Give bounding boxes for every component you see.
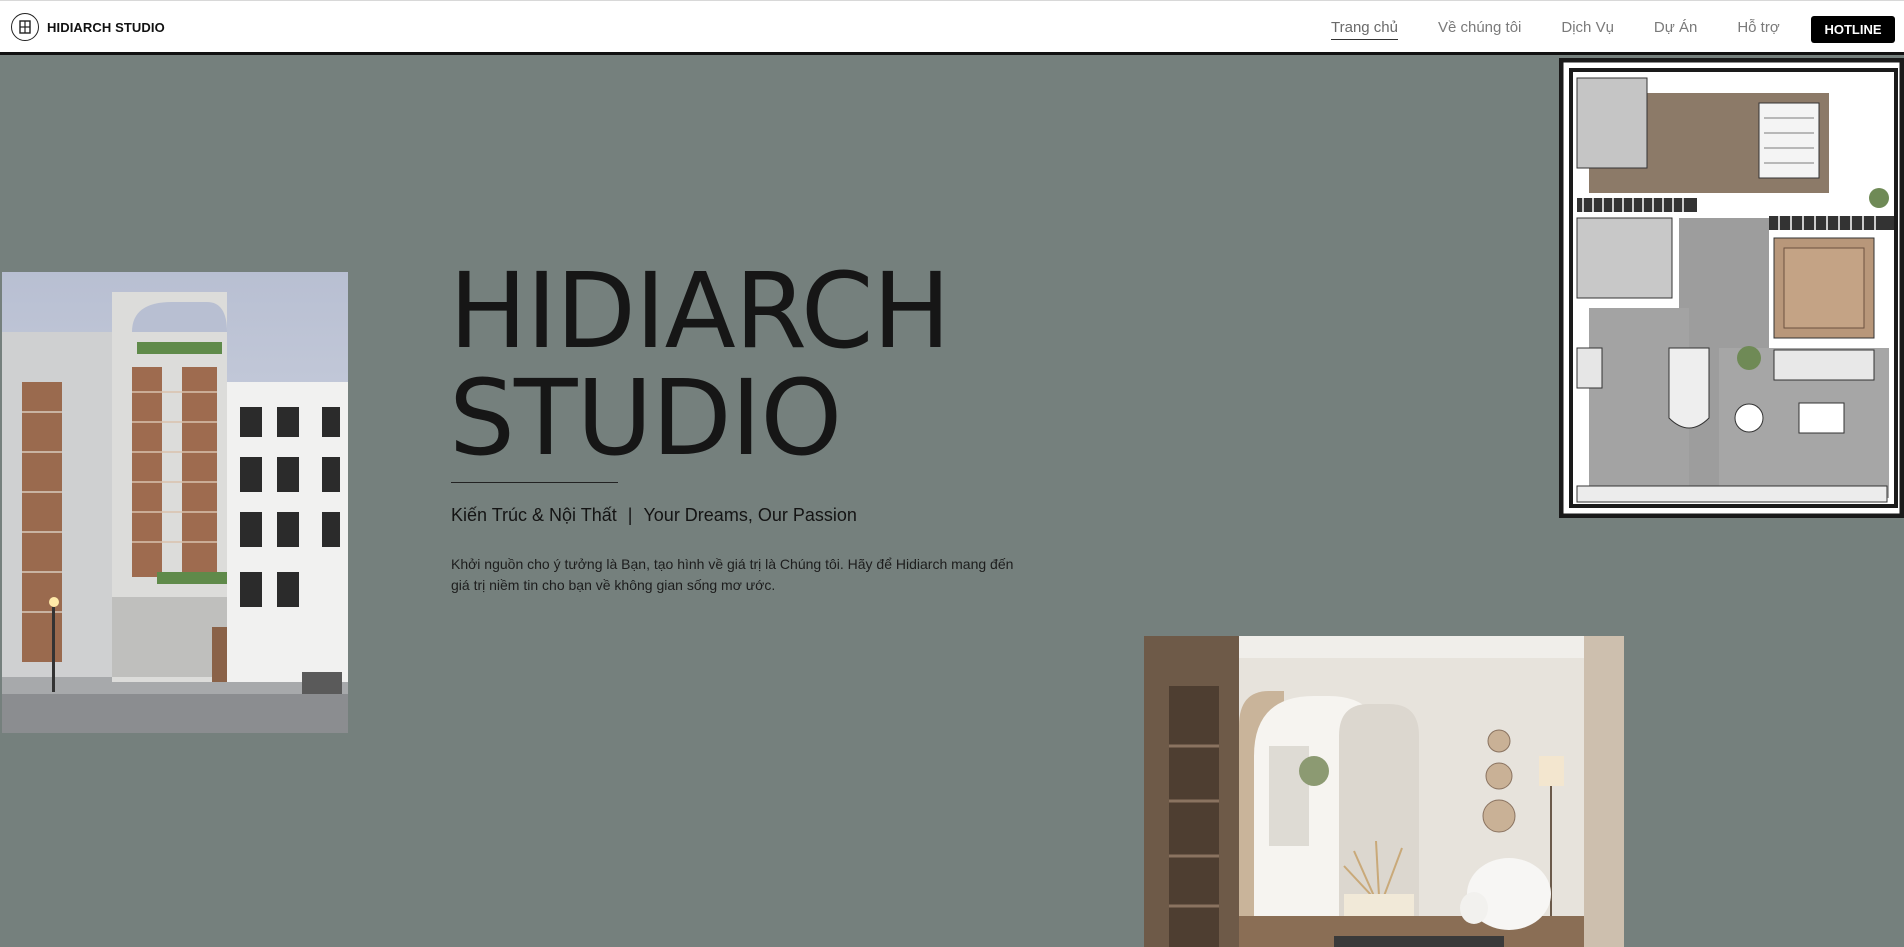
tagline-left: Kiến Trúc & Nội Thất	[451, 505, 617, 525]
nav-item-about[interactable]: Về chúng tôi	[1438, 19, 1521, 40]
tagline-separator: |	[627, 505, 633, 525]
brand-logo[interactable]: HIDIARCH STUDIO	[11, 13, 165, 41]
hero-title: HIDIARCH STUDIO	[449, 250, 951, 479]
interior-living-room-image	[1144, 636, 1624, 947]
main-nav: Trang chủ Về chúng tôi Dịch Vụ Dự Án Hỗ …	[1331, 19, 1820, 40]
nav-item-support[interactable]: Hỗ trợ	[1737, 19, 1779, 40]
brand-name: HIDIARCH STUDIO	[47, 19, 165, 35]
hero-tagline: Kiến Trúc & Nội Thất | Your Dreams, Our Pa…	[451, 505, 857, 526]
hero-title-line-2: STUDIO	[449, 357, 842, 479]
nav-item-services[interactable]: Dịch Vụ	[1561, 19, 1614, 40]
floor-plan-image	[1559, 58, 1904, 518]
hidiarch-logo-icon	[11, 13, 39, 41]
tagline-right: Your Dreams, Our Passion	[643, 505, 857, 525]
site-header: HIDIARCH STUDIO Trang chủ Về chúng tôi D…	[0, 0, 1904, 55]
hero-divider	[451, 482, 618, 483]
hero-title-line-1: HIDIARCH	[449, 250, 951, 372]
hero-description: Khởi nguồn cho ý tưởng là Bạn, tạo hình …	[451, 556, 1014, 593]
hotline-button[interactable]: HOTLINE	[1811, 16, 1895, 43]
building-facade-image	[2, 272, 348, 733]
nav-item-projects[interactable]: Dự Án	[1654, 19, 1697, 40]
nav-item-home[interactable]: Trang chủ	[1331, 19, 1398, 40]
